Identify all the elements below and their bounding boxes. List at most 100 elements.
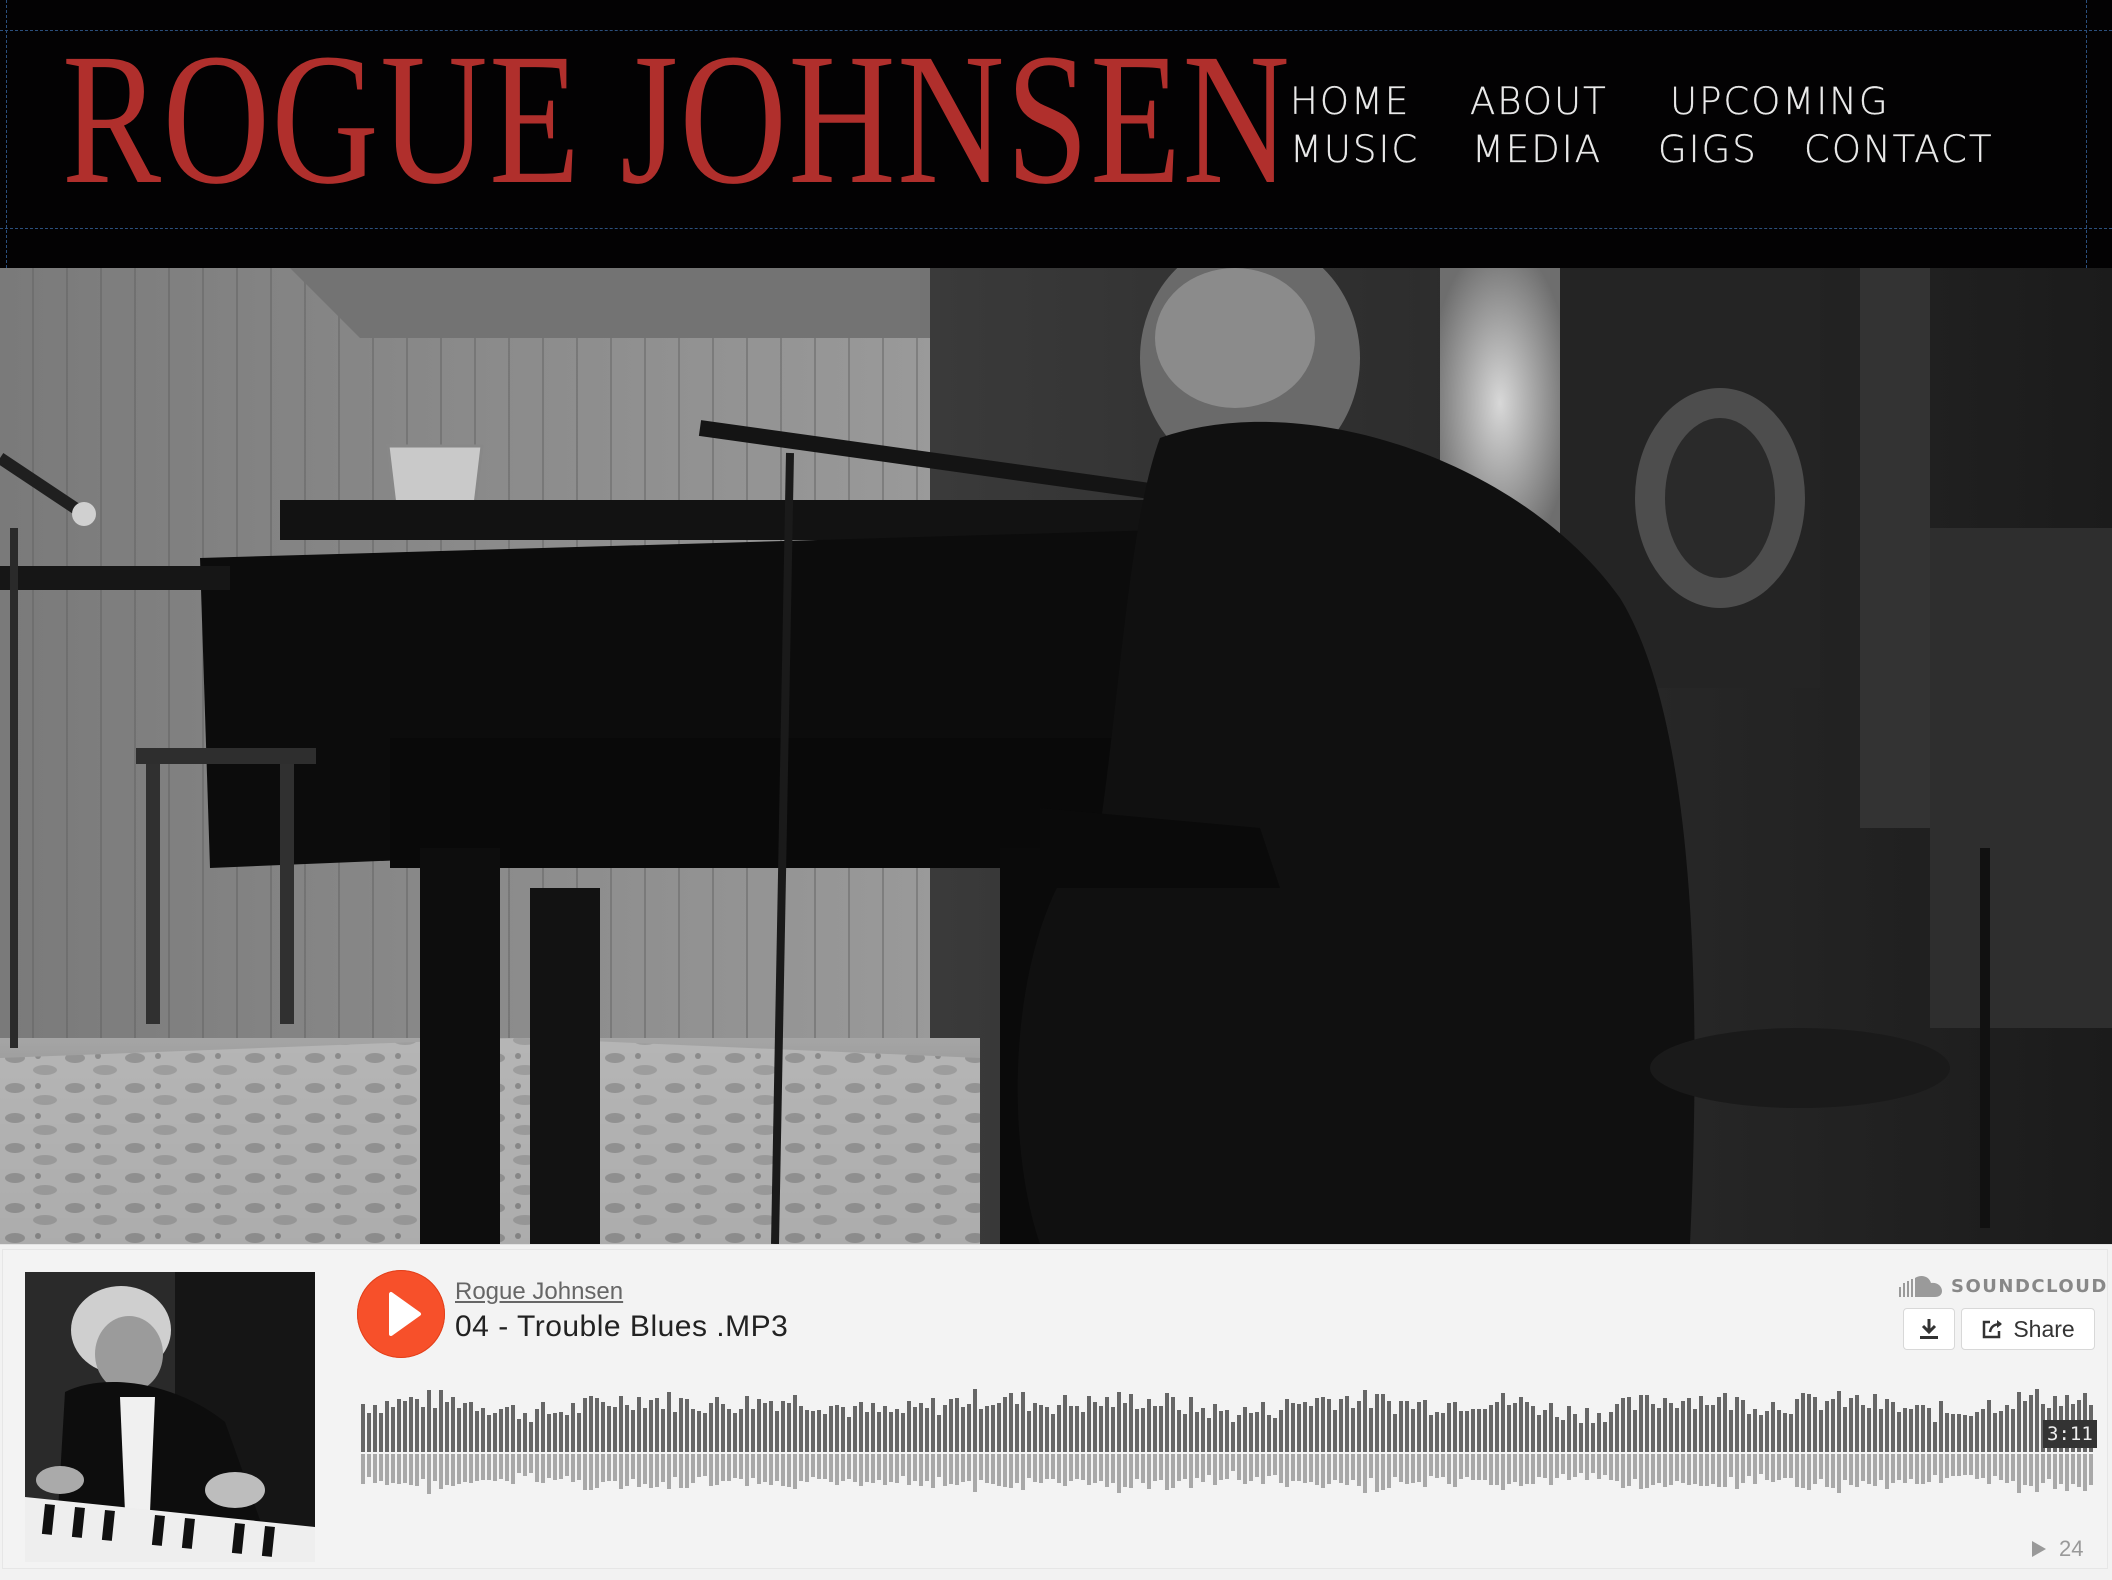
waveform-bar-reflection (1201, 1454, 1205, 1482)
waveform-bar (1609, 1412, 1613, 1452)
waveform-bar-reflection (985, 1454, 989, 1483)
waveform-bar (751, 1409, 755, 1452)
waveform-bar (1507, 1405, 1511, 1452)
waveform-bar-reflection (1015, 1454, 1019, 1483)
waveform-bar (1147, 1399, 1151, 1452)
waveform-bar (415, 1399, 419, 1452)
waveform-bar-reflection (1273, 1454, 1277, 1475)
waveform-bar-reflection (2023, 1454, 2027, 1485)
waveform-bar (469, 1402, 473, 1452)
waveform-bar (1807, 1394, 1811, 1452)
waveform-bar-reflection (2041, 1454, 2045, 1483)
waveform-bar-reflection (847, 1454, 851, 1479)
waveform-bar (1663, 1398, 1667, 1452)
waveform-bar-reflection (1561, 1454, 1565, 1474)
track-title[interactable]: 04 - Trouble Blues .MP3 (455, 1310, 788, 1344)
waveform-bar (1435, 1412, 1439, 1452)
waveform-bar-reflection (625, 1454, 629, 1486)
nav-gigs[interactable]: GIGS (1658, 128, 1758, 172)
waveform-bar (1909, 1409, 1913, 1452)
share-button[interactable]: Share (1961, 1308, 2095, 1350)
waveform-bar-reflection (901, 1454, 905, 1476)
waveform-bar-reflection (811, 1454, 815, 1477)
waveform-bar-reflection (1999, 1454, 2003, 1480)
waveform-bar (1537, 1415, 1541, 1452)
site-title[interactable]: ROGUE JOHNSEN (62, 25, 1291, 213)
waveform-bar (667, 1392, 671, 1452)
waveform-bar-reflection (1813, 1454, 1817, 1484)
nav-home[interactable]: HOME (1290, 80, 1410, 124)
waveform-bar-reflection (1321, 1454, 1325, 1488)
waveform-bar-reflection (1771, 1454, 1775, 1482)
waveform-bar (1483, 1409, 1487, 1452)
waveform-bar-reflection (1597, 1454, 1601, 1479)
waveform-bar-reflection (1963, 1454, 1967, 1475)
track-artist-link[interactable]: Rogue Johnsen (455, 1278, 623, 1306)
waveform-bar-reflection (1141, 1454, 1145, 1483)
waveform-bar-reflection (463, 1454, 467, 1482)
waveform-bar-reflection (949, 1454, 953, 1484)
soundcloud-logo[interactable]: SOUNDCLOUD (1899, 1272, 2108, 1300)
waveform-bar (1867, 1408, 1871, 1452)
waveform[interactable] (361, 1372, 2097, 1508)
waveform-bar (799, 1406, 803, 1452)
waveform-bar-reflection (769, 1454, 773, 1485)
waveform-bar-reflection (1261, 1454, 1265, 1484)
waveform-bar-reflection (1987, 1454, 1991, 1484)
waveform-bar (517, 1419, 521, 1452)
waveform-bar (487, 1415, 491, 1452)
waveform-bar (721, 1404, 725, 1452)
waveform-bar-reflection (1663, 1454, 1667, 1487)
waveform-bar-reflection (1153, 1454, 1157, 1481)
waveform-bar-reflection (727, 1454, 731, 1481)
nav-media[interactable]: MEDIA (1472, 128, 1602, 172)
download-button[interactable] (1903, 1308, 1955, 1350)
waveform-bar-reflection (1309, 1454, 1313, 1482)
waveform-bar (1477, 1409, 1481, 1452)
waveform-bars (361, 1389, 2093, 1494)
waveform-bar (1531, 1406, 1535, 1452)
waveform-bar (1357, 1401, 1361, 1452)
waveform-bar-reflection (1405, 1454, 1409, 1484)
waveform-bar-reflection (1225, 1454, 1229, 1479)
waveform-bar-reflection (1603, 1454, 1607, 1475)
waveform-bar-reflection (661, 1454, 665, 1482)
play-button[interactable] (357, 1270, 445, 1358)
waveform-bar-reflection (559, 1454, 563, 1479)
waveform-bar-reflection (1027, 1454, 1031, 1478)
waveform-bar-reflection (907, 1454, 911, 1485)
waveform-bar-reflection (1903, 1454, 1907, 1483)
nav-about[interactable]: ABOUT (1470, 80, 1608, 124)
waveform-bar (571, 1403, 575, 1452)
waveform-bar-reflection (1333, 1454, 1337, 1480)
waveform-bar-reflection (1195, 1454, 1199, 1478)
waveform-bar-reflection (583, 1454, 587, 1490)
waveform-bar (649, 1400, 653, 1452)
nav-contact[interactable]: CONTACT (1804, 128, 1993, 172)
waveform-bar (1267, 1415, 1271, 1452)
waveform-bar (1549, 1403, 1553, 1452)
nav-music[interactable]: MUSIC (1290, 128, 1419, 172)
waveform-bar (847, 1417, 851, 1452)
waveform-bar (2005, 1405, 2009, 1452)
waveform-bar (709, 1403, 713, 1452)
waveform-bar-reflection (1171, 1454, 1175, 1488)
waveform-bar-reflection (457, 1454, 461, 1484)
waveform-bar-reflection (1837, 1454, 1841, 1493)
waveform-bar (1837, 1391, 1841, 1452)
waveform-bar-reflection (385, 1454, 389, 1485)
waveform-bar-reflection (2089, 1454, 2093, 1485)
waveform-bar (1105, 1397, 1109, 1452)
waveform-bar-reflection (1747, 1454, 1751, 1476)
waveform-bar-reflection (1699, 1454, 1703, 1486)
waveform-bar (529, 1422, 533, 1452)
waveform-bar-reflection (1777, 1454, 1781, 1480)
waveform-bar-reflection (775, 1454, 779, 1481)
waveform-bar (1087, 1396, 1091, 1452)
waveform-bar-reflection (1681, 1454, 1685, 1483)
waveform-bar-reflection (1033, 1454, 1037, 1482)
waveform-bar-reflection (1891, 1454, 1895, 1483)
track-artwork[interactable] (25, 1272, 315, 1562)
waveform-bar-reflection (1921, 1454, 1925, 1484)
nav-upcoming[interactable]: UPCOMING (1670, 80, 1890, 124)
